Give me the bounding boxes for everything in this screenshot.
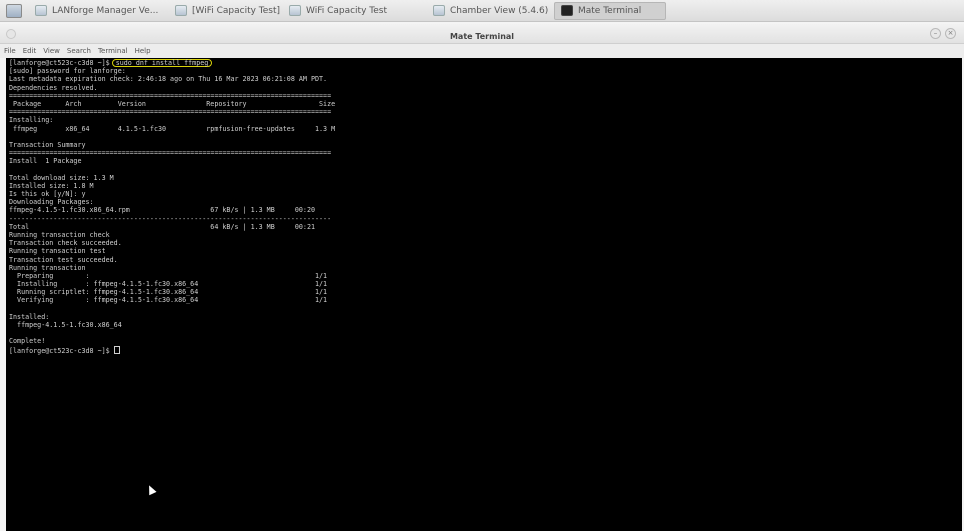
command-line: [lanforge@ct523c-c3d8 ~]$ sudo dnf insta…	[9, 59, 962, 67]
terminal-line: Downloading Packages:	[9, 198, 94, 207]
terminal-line: ========================================…	[9, 108, 332, 117]
close-icon[interactable]: ×	[945, 28, 956, 39]
terminal-line: ========================================…	[9, 149, 332, 158]
menu-file[interactable]: File	[4, 47, 16, 55]
text-cursor	[113, 345, 120, 354]
task-label: LANforge Manager Ve...	[52, 5, 159, 16]
terminal-line: Running transaction	[9, 263, 86, 272]
terminal-line: Installed:	[9, 312, 50, 321]
menu-view[interactable]: View	[43, 47, 60, 55]
terminal-line: Total download size: 1.3 M	[9, 173, 114, 182]
java-app-icon	[35, 5, 47, 16]
terminal-prompt-line: [lanforge@ct523c-c3d8 ~]$	[6, 345, 962, 355]
terminal-line: Install 1 Package	[9, 157, 82, 166]
terminal-line: Transaction check succeeded.	[9, 239, 122, 248]
task-empty-slot[interactable]	[668, 2, 780, 20]
terminal-line: Verifying : ffmpeg-4.1.5-1.fc30.x86_64 1…	[9, 296, 328, 305]
menu-edit[interactable]: Edit	[23, 47, 37, 55]
highlighted-command: sudo dnf install ffmpeg	[111, 59, 213, 67]
terminal-line: ffmpeg-4.1.5-1.fc30.x86_64	[9, 321, 122, 329]
terminal-line: Installing : ffmpeg-4.1.5-1.fc30.x86_64 …	[9, 280, 328, 289]
task-wifi-capacity-test-2[interactable]: WiFi Capacity Test	[282, 2, 424, 20]
menu-terminal[interactable]: Terminal	[98, 47, 128, 55]
task-wifi-capacity-test-1[interactable]: [WiFi Capacity Test]	[168, 2, 280, 20]
terminal-line: Preparing : 1/1	[9, 271, 328, 280]
terminal-line: ffmpeg x86_64 4.1.5-1.fc30 rpmfusion-fre…	[9, 124, 336, 133]
menu-help[interactable]: Help	[135, 47, 151, 55]
minimize-icon[interactable]: –	[930, 28, 941, 39]
terminal-line: Installed size: 1.8 M	[9, 181, 94, 190]
terminal-line: Running transaction test	[9, 247, 106, 256]
task-lanforge-manager[interactable]: LANforge Manager Ve...	[28, 2, 166, 20]
window-title: Mate Terminal	[449, 32, 515, 41]
terminal-area[interactable]: [lanforge@ct523c-c3d8 ~]$ sudo dnf insta…	[6, 58, 962, 531]
task-label: Chamber View (5.4.6)	[450, 5, 549, 16]
terminal-line: [sudo] password for lanforge:	[9, 67, 126, 76]
menubar: File Edit View Search Terminal Help	[0, 44, 964, 58]
java-app-icon	[433, 5, 445, 16]
menu-search[interactable]: Search	[67, 47, 91, 55]
prompt: [lanforge@ct523c-c3d8 ~]$	[9, 346, 114, 355]
terminal-line: Running transaction check	[9, 230, 110, 239]
terminal-line: Is this ok [y/N]: y	[9, 190, 86, 198]
terminal-line: Installing:	[9, 116, 54, 125]
terminal-line: ========================================…	[9, 91, 332, 100]
final-prompt-line: [lanforge@ct523c-c3d8 ~]$	[9, 345, 962, 355]
terminal-line: Last metadata expiration check: 2:46:18 …	[9, 75, 328, 84]
app-menu-icon[interactable]	[6, 3, 22, 18]
terminal-line: Dependencies resolved.	[9, 83, 98, 92]
terminal-output: [lanforge@ct523c-c3d8 ~]$ sudo dnf insta…	[6, 58, 962, 346]
task-mate-terminal[interactable]: Mate Terminal	[554, 1, 666, 20]
task-chamber-view[interactable]: Chamber View (5.4.6)	[426, 2, 552, 20]
prompt: [lanforge@ct523c-c3d8 ~]$	[9, 59, 114, 67]
task-label: Mate Terminal	[578, 5, 642, 16]
mouse-pointer-icon	[145, 483, 157, 496]
terminal-line: Transaction test succeeded.	[9, 255, 118, 264]
task-label: [WiFi Capacity Test]	[192, 5, 281, 16]
task-label: WiFi Capacity Test	[306, 5, 387, 16]
window-menu-icon[interactable]	[6, 29, 16, 39]
window-titlebar[interactable]: Mate Terminal – ×	[0, 24, 964, 44]
terminal-icon	[561, 5, 573, 16]
terminal-line: ----------------------------------------…	[9, 214, 332, 223]
java-app-icon	[289, 5, 301, 16]
terminal-line: Running scriptlet: ffmpeg-4.1.5-1.fc30.x…	[9, 288, 328, 297]
terminal-line: Total 64 kB/s | 1.3 MB 00:21	[9, 222, 315, 231]
taskbar: LANforge Manager Ve... [WiFi Capacity Te…	[0, 0, 964, 22]
terminal-line: Package Arch Version Repository Size	[9, 99, 336, 108]
terminal-line: ffmpeg-4.1.5-1.fc30.x86_64.rpm 67 kB/s |…	[9, 206, 315, 215]
java-app-icon	[175, 5, 187, 16]
terminal-line: Complete!	[9, 337, 46, 346]
terminal-line: Transaction Summary	[9, 140, 86, 149]
